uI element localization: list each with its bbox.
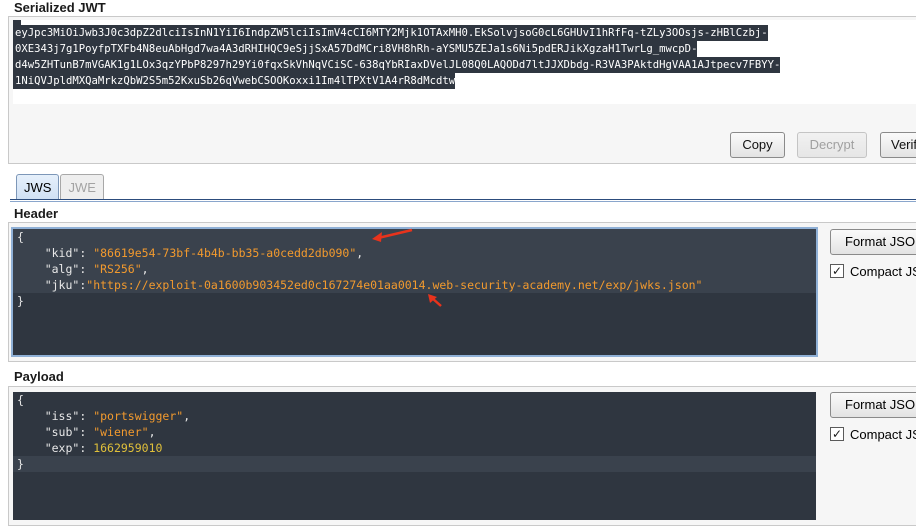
code-line-kid: "kid": "86619e54-73bf-4b4b-bb35-a0cedd2d… [13, 245, 816, 261]
payload-compact-json-label: Compact JSON [850, 426, 916, 442]
decrypt-button[interactable]: Decrypt [797, 132, 867, 158]
header-json-editor[interactable]: { "kid": "86619e54-73bf-4b4b-bb35-a0cedd… [11, 227, 818, 357]
code-line-exp: "exp": 1662959010 [44, 441, 163, 455]
code-line-iss: "iss": "portswigger", [44, 409, 191, 423]
checkbox-checked-icon[interactable]: ✓ [830, 427, 844, 441]
code-line: } [13, 456, 816, 472]
alg-key: "alg" [44, 262, 80, 276]
serialized-jwt-title: Serialized JWT [14, 0, 106, 15]
close-brace: } [17, 457, 24, 471]
code-line-sub: "sub": "wiener", [44, 425, 156, 439]
exp-value: 1662959010 [93, 441, 163, 455]
jwt-tabs: JWS JWE [16, 174, 105, 200]
code-line: } [13, 293, 816, 309]
serialized-line: 1NiQVJpldMXQaMrkzQbW2S5m52KxuSb26qVwebCS… [13, 73, 456, 89]
annotation-arrow-icon [372, 228, 413, 242]
payload-compact-json-row[interactable]: ✓ Compact JSON [830, 425, 916, 443]
verify-button[interactable]: Verify [880, 132, 916, 158]
checkbox-checked-icon[interactable]: ✓ [830, 264, 844, 278]
header-compact-json-row[interactable]: ✓ Compact JSON [830, 262, 916, 280]
close-brace: } [17, 294, 24, 308]
tab-divider [10, 199, 916, 202]
kid-value: "86619e54-73bf-4b4b-bb35-a0cedd2db090" [93, 246, 357, 260]
serialized-line: eyJpc3MiOiJwb3J0c3dpZ2dlciIsInN1YiI6Indp… [13, 25, 768, 41]
copy-button[interactable]: Copy [730, 132, 785, 158]
code-line: { [13, 392, 816, 408]
header-compact-json-label: Compact JSON [850, 263, 916, 279]
code-line-alg: "alg": "RS256", [13, 261, 816, 277]
payload-format-json-button[interactable]: Format JSON [830, 392, 916, 418]
sub-value: "wiener" [93, 425, 149, 439]
kid-key: "kid" [44, 246, 80, 260]
annotation-arrow-icon [428, 294, 442, 307]
sub-key: "sub" [44, 425, 80, 439]
payload-json-editor[interactable]: { "iss": "portswigger", "sub": "wiener",… [13, 392, 816, 520]
open-brace: { [17, 230, 24, 244]
exp-key: "exp" [44, 441, 80, 455]
code-line-jku: "jku":"https://exploit-0a1600b903452ed0c… [13, 277, 816, 293]
open-brace: { [17, 393, 24, 407]
iss-value: "portswigger" [93, 409, 184, 423]
iss-key: "iss" [44, 409, 80, 423]
serialized-line: d4w5ZHTunB7mVGAK1g1LOx3qzYPbP8297h29Yi0f… [13, 57, 781, 73]
serialized-jwt-textarea[interactable]: eyJpc3MiOiJwb3J0c3dpZ2dlciIsInN1YiI6Indp… [13, 20, 916, 104]
header-format-json-button[interactable]: Format JSON [830, 229, 916, 255]
payload-section-title: Payload [14, 369, 64, 384]
serialized-line: 0XE343j7g1PoyfpTXFb4N8euAbHgd7wa4A3dRHIH… [13, 41, 698, 57]
tab-jwe[interactable]: JWE [60, 174, 104, 200]
tab-jws[interactable]: JWS [16, 174, 60, 200]
header-section-title: Header [14, 206, 59, 221]
jku-key: "jku" [44, 278, 80, 292]
alg-value: "RS256" [93, 262, 142, 276]
jku-value: "https://exploit-0a1600b903452ed0c167274… [86, 278, 703, 292]
